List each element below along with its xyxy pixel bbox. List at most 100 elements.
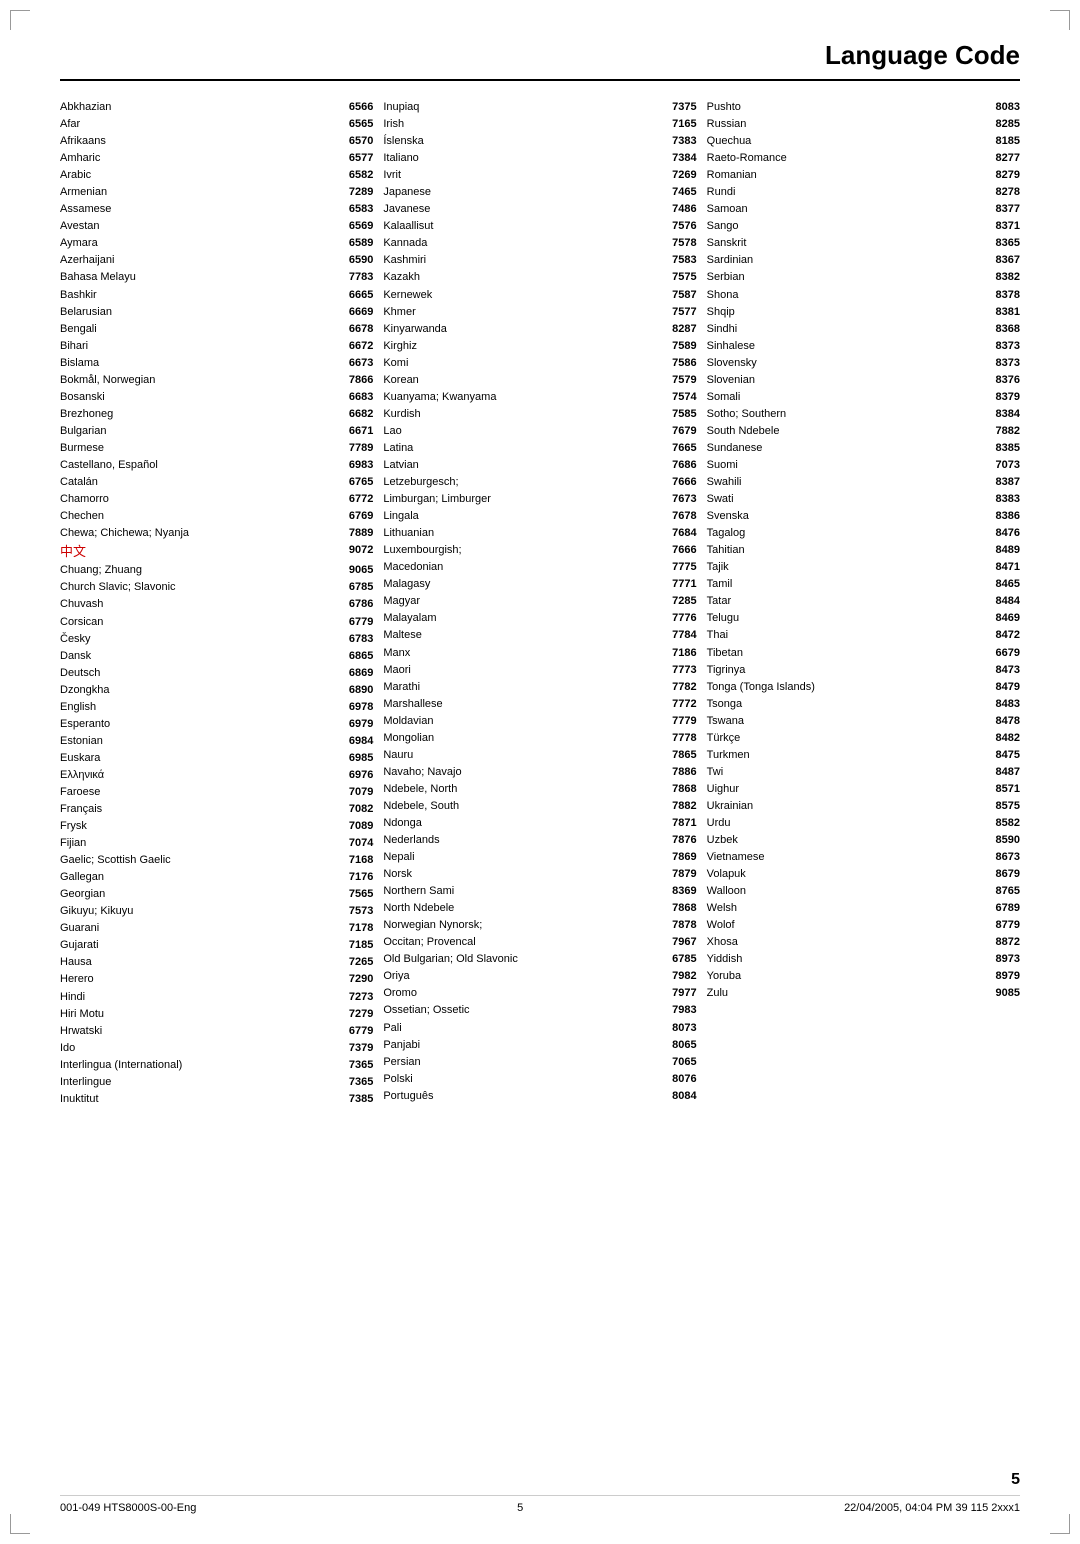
list-item: Malayalam7776 (383, 610, 696, 627)
language-name: Yoruba (707, 968, 982, 985)
language-code: 8489 (982, 542, 1020, 559)
language-name: English (60, 699, 335, 716)
language-code: 6577 (335, 150, 373, 167)
list-item: Ελληνικά6976 (60, 767, 373, 784)
language-code: 7775 (659, 559, 697, 576)
language-code: 9085 (982, 985, 1020, 1002)
language-name: Tswana (707, 713, 982, 730)
language-name: Chechen (60, 508, 335, 525)
list-item: Volapuk8679 (707, 866, 1020, 883)
language-code: 7583 (659, 252, 697, 269)
list-item: Turkmen8475 (707, 747, 1020, 764)
language-column-3: Pushto8083Russian8285Quechua8185Raeto-Ro… (707, 99, 1020, 1108)
language-name: Dzongkha (60, 682, 335, 699)
language-code: 6566 (335, 99, 373, 116)
list-item: Armenian7289 (60, 184, 373, 201)
language-name: Telugu (707, 610, 982, 627)
language-name: Česky (60, 631, 335, 648)
language-name: Bulgarian (60, 423, 335, 440)
list-item: Kashmiri7583 (383, 252, 696, 269)
language-name: Euskara (60, 750, 335, 767)
language-name: Sindhi (707, 321, 982, 338)
language-code: 8472 (982, 627, 1020, 644)
list-item: Dzongkha6890 (60, 682, 373, 699)
language-code: 8083 (982, 99, 1020, 116)
list-item: Suomi7073 (707, 457, 1020, 474)
language-code: 6783 (335, 631, 373, 648)
list-item: Amharic6577 (60, 150, 373, 167)
language-code: 8979 (982, 968, 1020, 985)
language-code: 6583 (335, 201, 373, 218)
language-code: 6673 (335, 355, 373, 372)
corner-mark-bl (10, 1514, 30, 1534)
list-item: Kuanyama; Kwanyama7574 (383, 389, 696, 406)
language-name: Ndonga (383, 815, 658, 832)
language-name: Serbian (707, 269, 982, 286)
list-item: Northern Sami8369 (383, 883, 696, 900)
language-name: Tsonga (707, 696, 982, 713)
page-title: Language Code (60, 40, 1020, 81)
footer: 001-049 HTS8000S-00-Eng 5 22/04/2005, 04… (60, 1495, 1020, 1514)
language-name: Castellano, Español (60, 457, 335, 474)
list-item: Hiri Motu7279 (60, 1006, 373, 1023)
language-code: 8679 (982, 866, 1020, 883)
language-code: 7673 (659, 491, 697, 508)
list-item: Castellano, Español6983 (60, 457, 373, 474)
language-code: 8277 (982, 150, 1020, 167)
list-item: Kernewek7587 (383, 287, 696, 304)
language-name: Lao (383, 423, 658, 440)
language-name: Sanskrit (707, 235, 982, 252)
language-code: 8376 (982, 372, 1020, 389)
language-code: 7079 (335, 784, 373, 801)
list-item: Abkhazian6566 (60, 99, 373, 116)
language-name: Moldavian (383, 713, 658, 730)
language-code: 7587 (659, 287, 697, 304)
language-code: 8765 (982, 883, 1020, 900)
list-item: Norsk7879 (383, 866, 696, 883)
list-item: Persian7065 (383, 1054, 696, 1071)
language-name: Kernewek (383, 287, 658, 304)
list-item: Faroese7079 (60, 784, 373, 801)
list-item: Swati8383 (707, 491, 1020, 508)
list-item: Rundi8278 (707, 184, 1020, 201)
language-code: 8373 (982, 355, 1020, 372)
list-item: Nederlands7876 (383, 832, 696, 849)
list-item: Herero7290 (60, 971, 373, 988)
language-code: 7665 (659, 440, 697, 457)
language-name: Belarusian (60, 304, 335, 321)
list-item: Ossetian; Ossetic7983 (383, 1002, 696, 1019)
language-code: 7165 (659, 116, 697, 133)
language-name: Persian (383, 1054, 658, 1071)
language-name: Manx (383, 645, 658, 662)
language-name: Raeto-Romance (707, 150, 982, 167)
language-code: 8385 (982, 440, 1020, 457)
language-name: Deutsch (60, 665, 335, 682)
language-code: 7876 (659, 832, 697, 849)
language-name: Uzbek (707, 832, 982, 849)
language-name: Walloon (707, 883, 982, 900)
language-code: 7575 (659, 269, 697, 286)
language-name: Bihari (60, 338, 335, 355)
list-item: Bosanski6683 (60, 389, 373, 406)
language-name: Panjabi (383, 1037, 658, 1054)
language-code: 7977 (659, 985, 697, 1002)
language-code: 8365 (982, 235, 1020, 252)
list-item: Deutsch6869 (60, 665, 373, 682)
language-code: 6865 (335, 648, 373, 665)
language-name: Georgian (60, 886, 335, 903)
list-item: Tahitian8489 (707, 542, 1020, 559)
list-item: Belarusian6669 (60, 304, 373, 321)
language-code: 7982 (659, 968, 697, 985)
list-item: Korean7579 (383, 372, 696, 389)
list-item: Português8084 (383, 1088, 696, 1105)
list-item: Mongolian7778 (383, 730, 696, 747)
language-code: 7784 (659, 627, 697, 644)
language-code: 7679 (659, 423, 697, 440)
list-item: Romanian8279 (707, 167, 1020, 184)
language-code: 7878 (659, 917, 697, 934)
language-name: Oriya (383, 968, 658, 985)
language-code: 6678 (335, 321, 373, 338)
language-name: Javanese (383, 201, 658, 218)
language-code: 8369 (659, 883, 697, 900)
list-item: Tagalog8476 (707, 525, 1020, 542)
